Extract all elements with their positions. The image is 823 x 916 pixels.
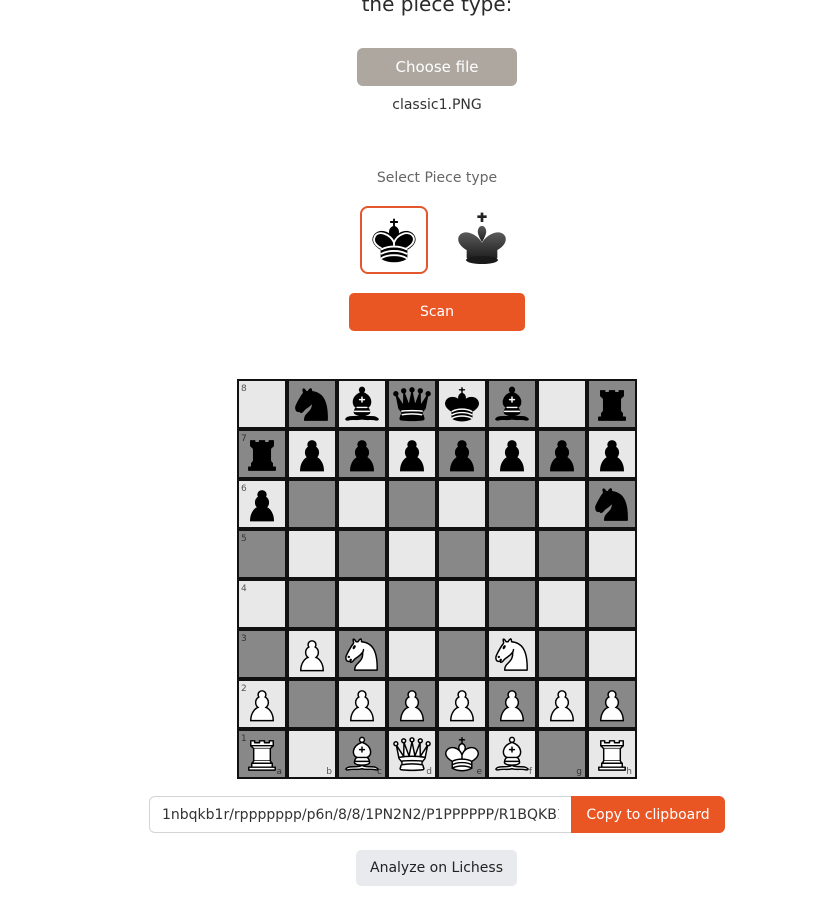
square-f6[interactable] (489, 481, 535, 527)
scan-button[interactable]: Scan (349, 293, 525, 331)
rank-label: 6 (241, 484, 247, 494)
file-label: b (326, 767, 332, 777)
rank-label: 4 (241, 584, 247, 594)
square-g4[interactable] (539, 581, 585, 627)
piece-type-label: Select Piece type (376, 170, 498, 186)
square-h4[interactable] (589, 581, 635, 627)
square-e4[interactable] (439, 581, 485, 627)
selected-filename: classic1.PNG (392, 97, 482, 113)
square-g5[interactable] (539, 531, 585, 577)
analyze-on-lichess-button[interactable]: Analyze on Lichess (356, 850, 517, 886)
square-d4[interactable] (389, 581, 435, 627)
copy-to-clipboard-button[interactable]: Copy to clipboard (571, 796, 725, 833)
file-label: d (426, 767, 432, 777)
square-b4[interactable] (289, 581, 335, 627)
file-label: h (626, 767, 632, 777)
rank-label: 7 (241, 434, 247, 444)
piece-type-option-classic[interactable] (360, 206, 428, 274)
square-e6[interactable] (439, 481, 485, 527)
rank-label: 5 (241, 534, 247, 544)
chess-board-svg: 87654321a b c d e f g h (238, 380, 636, 778)
fen-input[interactable] (149, 796, 571, 833)
piece-type-option-3d[interactable] (448, 206, 516, 274)
file-label: e (476, 767, 482, 777)
choose-file-button[interactable]: Choose file (357, 48, 517, 86)
file-label: g (576, 767, 582, 777)
square-g3[interactable] (539, 631, 585, 677)
square-e5[interactable] (439, 531, 485, 577)
rank-label: 3 (241, 634, 247, 644)
square-f5[interactable] (489, 531, 535, 577)
section-heading: the piece type: (361, 0, 513, 16)
square-b2[interactable] (289, 681, 335, 727)
file-label: a (276, 767, 282, 777)
square-d5[interactable] (389, 531, 435, 577)
black-king-outline-icon (372, 218, 416, 263)
square-d6[interactable] (389, 481, 435, 527)
square-g8[interactable] (539, 381, 585, 427)
square-d3[interactable] (389, 631, 435, 677)
rank-label: 1 (241, 734, 247, 744)
rank-label: 2 (241, 684, 247, 694)
square-c5[interactable] (339, 531, 385, 577)
black-king-solid-icon (458, 212, 506, 264)
square-g6[interactable] (539, 481, 585, 527)
square-c6[interactable] (339, 481, 385, 527)
square-h3[interactable] (589, 631, 635, 677)
square-c4[interactable] (339, 581, 385, 627)
page: the piece type: Choose file classic1.PNG… (0, 0, 823, 916)
rank-label: 8 (241, 384, 247, 394)
square-e3[interactable] (439, 631, 485, 677)
square-b5[interactable] (289, 531, 335, 577)
square-f4[interactable] (489, 581, 535, 627)
square-h5[interactable] (589, 531, 635, 577)
chess-board[interactable]: 87654321abcdefgh (237, 379, 637, 779)
square-b6[interactable] (289, 481, 335, 527)
